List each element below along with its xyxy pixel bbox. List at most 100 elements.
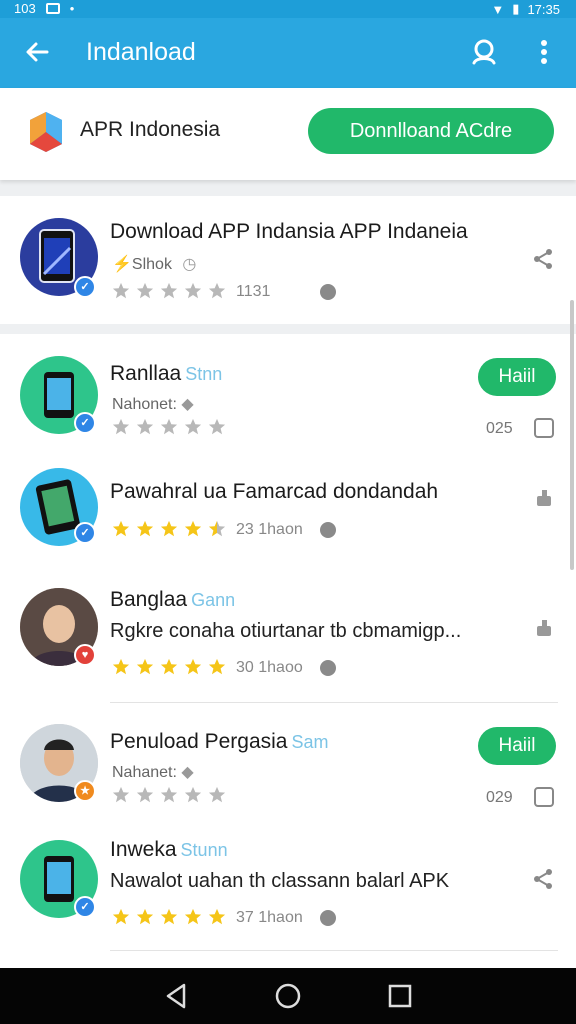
star-icon: [112, 418, 130, 435]
star-icon: [136, 418, 154, 435]
star-icon: [136, 658, 154, 675]
verified-badge-icon: ✓: [74, 276, 96, 298]
featured-count: 1131: [236, 283, 271, 300]
star-icon: [112, 282, 130, 299]
save-icon[interactable]: [534, 418, 554, 438]
item-subtitle: Nahonet: ◆: [112, 396, 194, 413]
star-icon: [160, 282, 178, 299]
chat-icon: [320, 284, 336, 300]
item-rating: [112, 786, 226, 804]
star-icon: [160, 520, 178, 537]
star-icon: [208, 418, 226, 435]
star-icon: [112, 908, 130, 925]
star-icon: [160, 658, 178, 675]
system-nav-bar: [0, 968, 576, 1024]
item-description: Rgkre conaha otiurtanar tb cbmamigp...: [110, 620, 462, 642]
bolt-icon: ⚡: [112, 256, 132, 273]
item-title: Inweka Stunn: [110, 838, 228, 861]
item-subtitle: Nahanet: ◆: [112, 764, 194, 781]
status-time: 17:35: [527, 1, 560, 17]
star-icon: [184, 418, 202, 435]
share-icon[interactable]: [532, 248, 554, 270]
search-icon[interactable]: [468, 36, 500, 68]
app-logo-icon: [30, 112, 62, 152]
star-icon: [184, 658, 202, 675]
more-vert-icon[interactable]: [530, 36, 558, 68]
star-icon: [184, 908, 202, 925]
status-badge-icon: ★: [74, 780, 96, 802]
page-title: Indanload: [86, 38, 196, 66]
item-rating: [112, 908, 226, 926]
item-rating: [112, 520, 226, 538]
star-icon: [136, 520, 154, 537]
nav-recents-icon[interactable]: [386, 982, 414, 1010]
header-card: APR Indonesia Donnlloand ACdre: [0, 88, 576, 180]
star-icon: [184, 786, 202, 803]
pin-icon: ◆: [181, 764, 194, 781]
share-icon[interactable]: [532, 868, 554, 890]
star-icon: [136, 282, 154, 299]
verified-badge-icon: ✓: [74, 412, 96, 434]
star-icon: [208, 658, 226, 675]
item-count: 029: [486, 789, 513, 806]
signal-dot-icon: •: [69, 1, 75, 16]
download-button[interactable]: Donnlloand ACdre: [308, 108, 554, 154]
item-rating: [112, 418, 226, 436]
item-title: Pawahral ua Famarcad dondandah: [110, 480, 439, 503]
wifi-icon: ▼: [491, 1, 505, 17]
save-icon[interactable]: [534, 787, 554, 807]
divider: [110, 702, 558, 703]
notification-icon: [45, 3, 60, 14]
star-icon: [136, 786, 154, 803]
verified-badge-icon: ✓: [74, 896, 96, 918]
chat-icon: [320, 910, 336, 926]
thumbs-up-icon[interactable]: [534, 618, 554, 638]
item-title: Penuload Pergasia Sam: [110, 730, 329, 753]
nav-back-icon[interactable]: [162, 982, 190, 1010]
star-icon: [184, 282, 202, 299]
install-button[interactable]: Haiil: [478, 358, 556, 396]
scrollbar[interactable]: [570, 300, 574, 570]
star-icon: [208, 908, 226, 925]
star-icon: [112, 658, 130, 675]
clock-icon: ◷: [182, 256, 197, 273]
app-bar: Indanload: [0, 18, 576, 88]
star-icon: [160, 908, 178, 925]
install-button[interactable]: Haiil: [478, 727, 556, 765]
featured-title: Download APP Indansia APP Indaneia: [110, 220, 468, 243]
divider: [110, 950, 558, 951]
battery-icon: ▮: [512, 1, 520, 16]
star-icon: [184, 520, 202, 537]
star-icon: [208, 520, 226, 537]
star-icon: [112, 786, 130, 803]
featured-rating: [112, 282, 226, 300]
star-icon: [112, 520, 130, 537]
pin-icon: ◆: [181, 396, 194, 413]
item-meta: 30 1haoo: [236, 659, 303, 676]
brand-name: APR Indonesia: [80, 118, 221, 141]
star-icon: [208, 786, 226, 803]
status-badge-icon: ♥: [74, 644, 96, 666]
item-title: Ranllaa Stnn: [110, 362, 223, 385]
verified-badge-icon: ✓: [74, 522, 96, 544]
item-description: Nawalot uahan th classann balarl APK: [110, 870, 450, 892]
star-icon: [160, 786, 178, 803]
item-count: 025: [486, 420, 513, 437]
thumbs-up-icon[interactable]: [534, 488, 554, 508]
item-meta: 23 1haon: [236, 521, 303, 538]
item-title: Banglaa Gann: [110, 588, 236, 611]
item-rating: [112, 658, 226, 676]
status-bar: 103 • ▼ ▮ 17:35: [0, 0, 576, 18]
featured-subtitle: ⚡Slhok ◷: [112, 256, 197, 273]
back-arrow-icon[interactable]: [20, 35, 54, 69]
item-meta: 37 1haon: [236, 909, 303, 926]
featured-app-card[interactable]: ✓ Download APP Indansia APP Indaneia ⚡Sl…: [0, 196, 576, 324]
star-icon: [136, 908, 154, 925]
nav-home-icon[interactable]: [274, 982, 302, 1010]
chat-icon: [320, 522, 336, 538]
app-list: ✓ Ranllaa Stnn Nahonet: ◆ Haiil 025 ✓ Paw…: [0, 334, 576, 968]
status-left-text: 103: [14, 1, 36, 16]
star-icon: [208, 282, 226, 299]
chat-icon: [320, 660, 336, 676]
star-icon: [160, 418, 178, 435]
